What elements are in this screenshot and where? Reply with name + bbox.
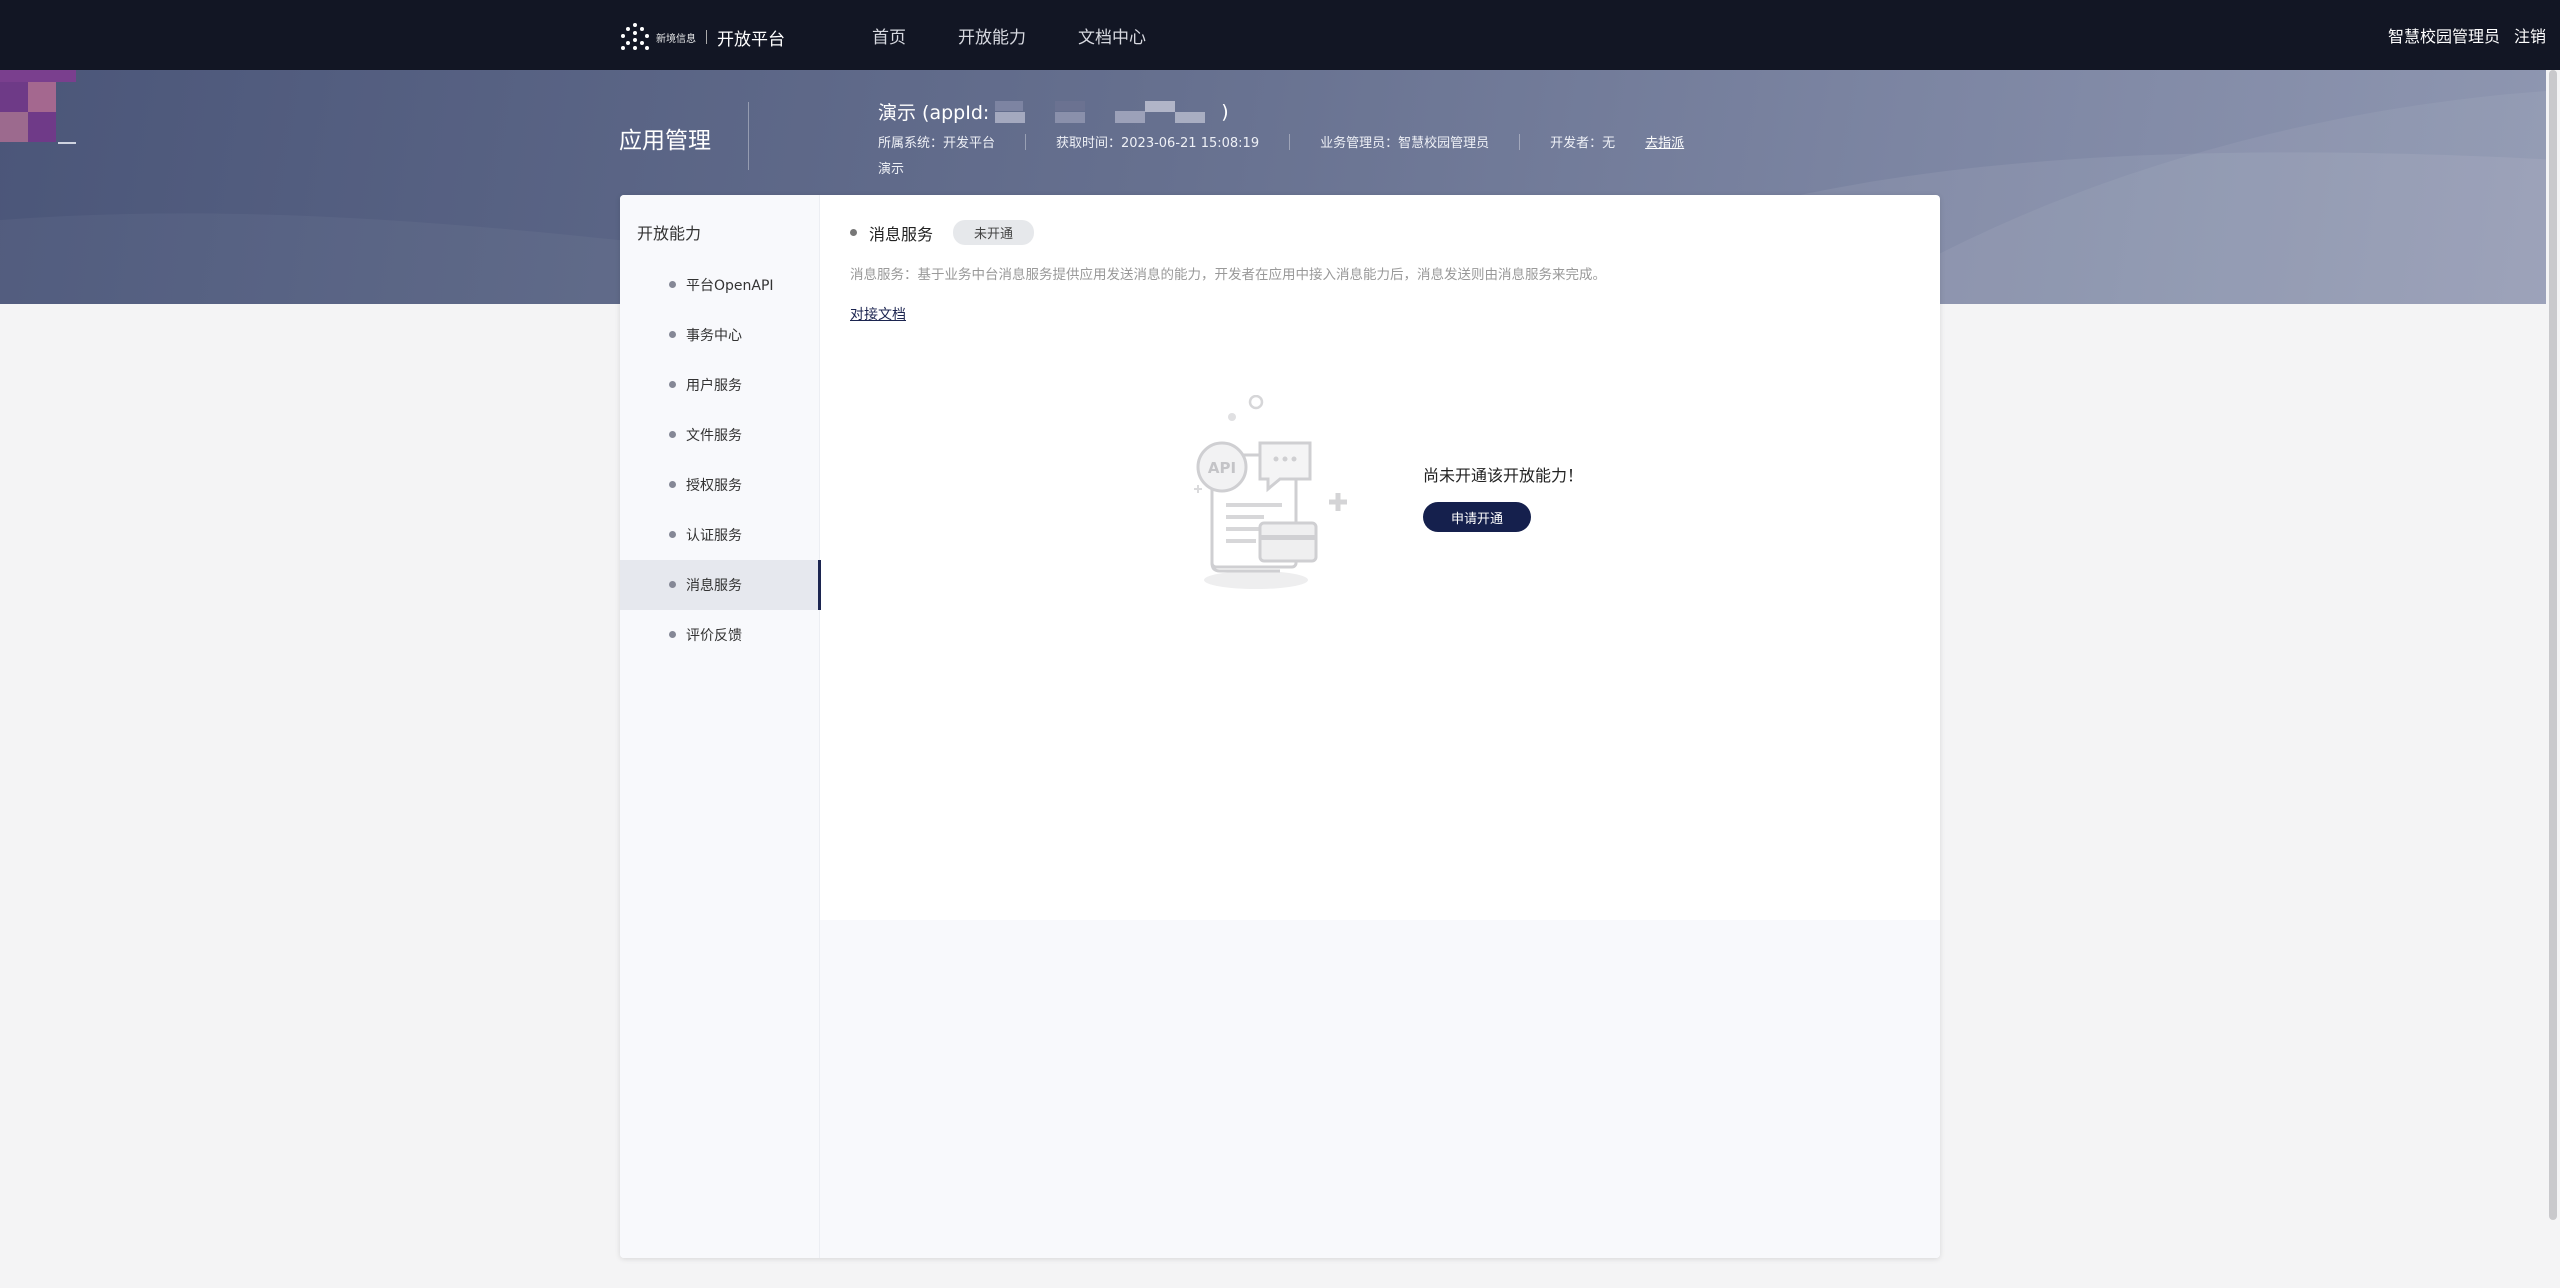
assign-developer-link[interactable]: 去指派	[1645, 132, 1684, 151]
bullet-icon	[669, 281, 676, 288]
bullet-icon	[669, 381, 676, 388]
bullet-icon	[669, 631, 676, 638]
service-header: 消息服务 未开通	[850, 220, 1035, 245]
service-description: 消息服务：基于业务中台消息服务提供应用发送消息的能力，开发者在应用中接入消息能力…	[850, 267, 1606, 283]
app-name-prefix: 演示 (appId:	[878, 102, 990, 124]
sidebar-title: 开放能力	[637, 224, 702, 243]
bullet-icon	[669, 431, 676, 438]
logo[interactable]: 新境信息 开放平台	[620, 22, 785, 52]
logo-brand-text: 新境信息	[656, 33, 696, 45]
content-lower-area	[820, 920, 1940, 1258]
logo-title: 开放平台	[717, 29, 785, 50]
bullet-icon	[669, 331, 676, 338]
bullet-icon	[850, 229, 857, 236]
sidebar-item-certification-service[interactable]: 认证服务	[620, 510, 820, 560]
service-content: 消息服务 未开通 消息服务：基于业务中台消息服务提供应用发送消息的能力，开发者在…	[820, 195, 1940, 1258]
sidebar-item-auth-service[interactable]: 授权服务	[620, 460, 820, 510]
nav-link-open-capabilities[interactable]: 开放能力	[958, 23, 1026, 48]
logo-icon	[620, 22, 650, 52]
scrollbar-thumb[interactable]	[2549, 70, 2557, 1220]
bullet-icon	[669, 581, 676, 588]
empty-state-text: 尚未开通该开放能力！	[1423, 466, 1584, 485]
status-badge: 未开通	[953, 220, 1035, 245]
nav-link-doc-center[interactable]: 文档中心	[1078, 23, 1146, 48]
sidebar-item-label: 文件服务	[686, 428, 742, 444]
sidebar-item-user-service[interactable]: 用户服务	[620, 360, 820, 410]
sidebar-item-label: 用户服务	[686, 378, 742, 394]
user-name[interactable]: 智慧校园管理员	[2388, 23, 2500, 47]
integration-doc-link[interactable]: 对接文档	[850, 304, 906, 324]
user-menu: 智慧校园管理员 注销	[2374, 0, 2546, 70]
apply-activation-button[interactable]: 申请开通	[1423, 502, 1531, 532]
sidebar-item-label: 平台OpenAPI	[686, 278, 774, 294]
app-description: 演示	[878, 162, 905, 177]
api-empty-illustration: API	[1194, 395, 1347, 589]
sidebar-item-feedback[interactable]: 评价反馈	[620, 610, 820, 660]
meta-divider	[1289, 133, 1291, 150]
app-avatar	[0, 70, 76, 144]
app-created-time: 获取时间：2023-06-21 15:08:19	[1056, 136, 1260, 151]
capability-sidebar: 开放能力 平台OpenAPI 事务中心 用户服务 文件服务 授权服务 认证服务 …	[620, 195, 821, 1258]
app-meta: 所属系统：开发平台 获取时间：2023-06-21 15:08:19 业务管理员…	[878, 132, 1684, 151]
sidebar-item-label: 评价反馈	[686, 628, 742, 644]
sidebar-item-label: 授权服务	[686, 478, 742, 494]
main-card: 开放能力 平台OpenAPI 事务中心 用户服务 文件服务 授权服务 认证服务 …	[620, 195, 1940, 1258]
sidebar-item-label: 认证服务	[686, 528, 742, 544]
nav-link-home[interactable]: 首页	[872, 23, 906, 48]
page-title: 应用管理	[619, 128, 711, 154]
sidebar-item-file-service[interactable]: 文件服务	[620, 410, 820, 460]
sidebar-item-message-service[interactable]: 消息服务	[620, 560, 821, 610]
logout-link[interactable]: 注销	[2514, 23, 2546, 47]
app-system: 所属系统：开发平台	[878, 136, 996, 151]
page-scrollbar[interactable]	[2546, 70, 2560, 1288]
app-id-redacted	[995, 100, 1215, 123]
app-manager: 业务管理员：智慧校园管理员	[1320, 136, 1490, 151]
bullet-icon	[669, 481, 676, 488]
top-navbar: 新境信息 开放平台 首页 开放能力 文档中心 智慧校园管理员 注销	[0, 0, 2560, 70]
sidebar-item-affairs[interactable]: 事务中心	[620, 310, 820, 360]
svg-text:API: API	[1208, 459, 1236, 477]
meta-divider	[1025, 133, 1027, 150]
sidebar-item-label: 事务中心	[686, 328, 742, 344]
sidebar-item-openapi[interactable]: 平台OpenAPI	[620, 260, 820, 310]
app-developer: 开发者：无	[1550, 136, 1616, 151]
bullet-icon	[669, 531, 676, 538]
service-title: 消息服务	[869, 224, 934, 244]
main-nav: 首页 开放能力 文档中心	[872, 0, 1198, 70]
header-divider	[748, 102, 749, 170]
app-name: 演示 (appId: )	[878, 98, 1229, 125]
meta-divider	[1519, 133, 1521, 150]
sidebar-item-label: 消息服务	[686, 578, 742, 594]
app-name-suffix: )	[1221, 100, 1229, 123]
logo-divider	[706, 30, 707, 44]
